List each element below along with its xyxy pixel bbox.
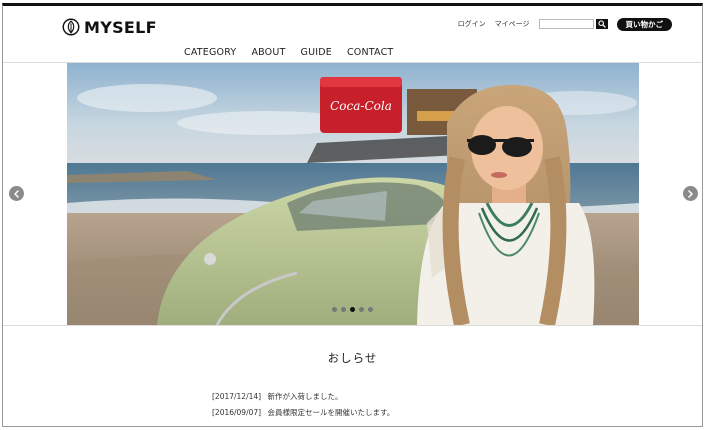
news-date: [2017/12/14] <box>212 392 262 401</box>
slider-next-button[interactable] <box>683 186 698 201</box>
news-text[interactable]: 会員様限定セールを開催いたします。 <box>267 408 394 417</box>
login-link[interactable]: ログイン <box>458 19 486 29</box>
slider-dot[interactable] <box>368 307 373 312</box>
search-icon <box>597 20 606 28</box>
utility-bar: ログイン マイページ 買い物かご <box>458 17 672 31</box>
brand-name: MYSELF <box>84 17 157 37</box>
slider-dot[interactable] <box>332 307 337 312</box>
nav-item-contact[interactable]: CONTACT <box>347 47 393 58</box>
slider-dot-active[interactable] <box>350 307 355 312</box>
news-list: [2017/12/14] 新作が入荷しました。 [2016/09/07] 会員様… <box>212 389 394 421</box>
slider-dot[interactable] <box>341 307 346 312</box>
search-input[interactable] <box>538 19 594 29</box>
page-frame: MYSELF ログイン マイページ 買い物かご CATEGORY ABOUT G… <box>2 3 703 427</box>
slider-dots <box>332 307 373 312</box>
slider-dot[interactable] <box>359 307 364 312</box>
main-nav: CATEGORY ABOUT GUIDE CONTACT <box>184 47 408 58</box>
site-header: MYSELF ログイン マイページ 買い物かご CATEGORY ABOUT G… <box>3 6 702 62</box>
nav-item-guide[interactable]: GUIDE <box>301 47 332 58</box>
news-text[interactable]: 新作が入荷しました。 <box>267 392 342 401</box>
nav-item-category[interactable]: CATEGORY <box>184 47 236 58</box>
logo[interactable]: MYSELF <box>62 17 157 37</box>
chevron-right-icon <box>688 189 693 198</box>
leaf-emblem-icon <box>62 18 80 36</box>
news-item[interactable]: [2016/09/07] 会員様限定セールを開催いたします。 <box>212 405 394 421</box>
cart-button[interactable]: 買い物かご <box>616 17 672 31</box>
slider-prev-button[interactable] <box>9 186 24 201</box>
news-item[interactable]: [2017/12/14] 新作が入荷しました。 <box>212 389 394 405</box>
hero-slide-image[interactable]: Coca-Cola <box>67 63 639 325</box>
news-date: [2016/09/07] <box>212 408 262 417</box>
hero-slider: Coca-Cola <box>3 63 702 325</box>
mypage-link[interactable]: マイページ <box>495 19 530 29</box>
news-heading: おしらせ <box>327 351 378 365</box>
chevron-left-icon <box>14 189 19 198</box>
cooler-logo-text: Coca-Cola <box>330 99 392 113</box>
search-button[interactable] <box>595 19 608 29</box>
slider-divider <box>3 325 702 326</box>
nav-item-about[interactable]: ABOUT <box>251 47 285 58</box>
